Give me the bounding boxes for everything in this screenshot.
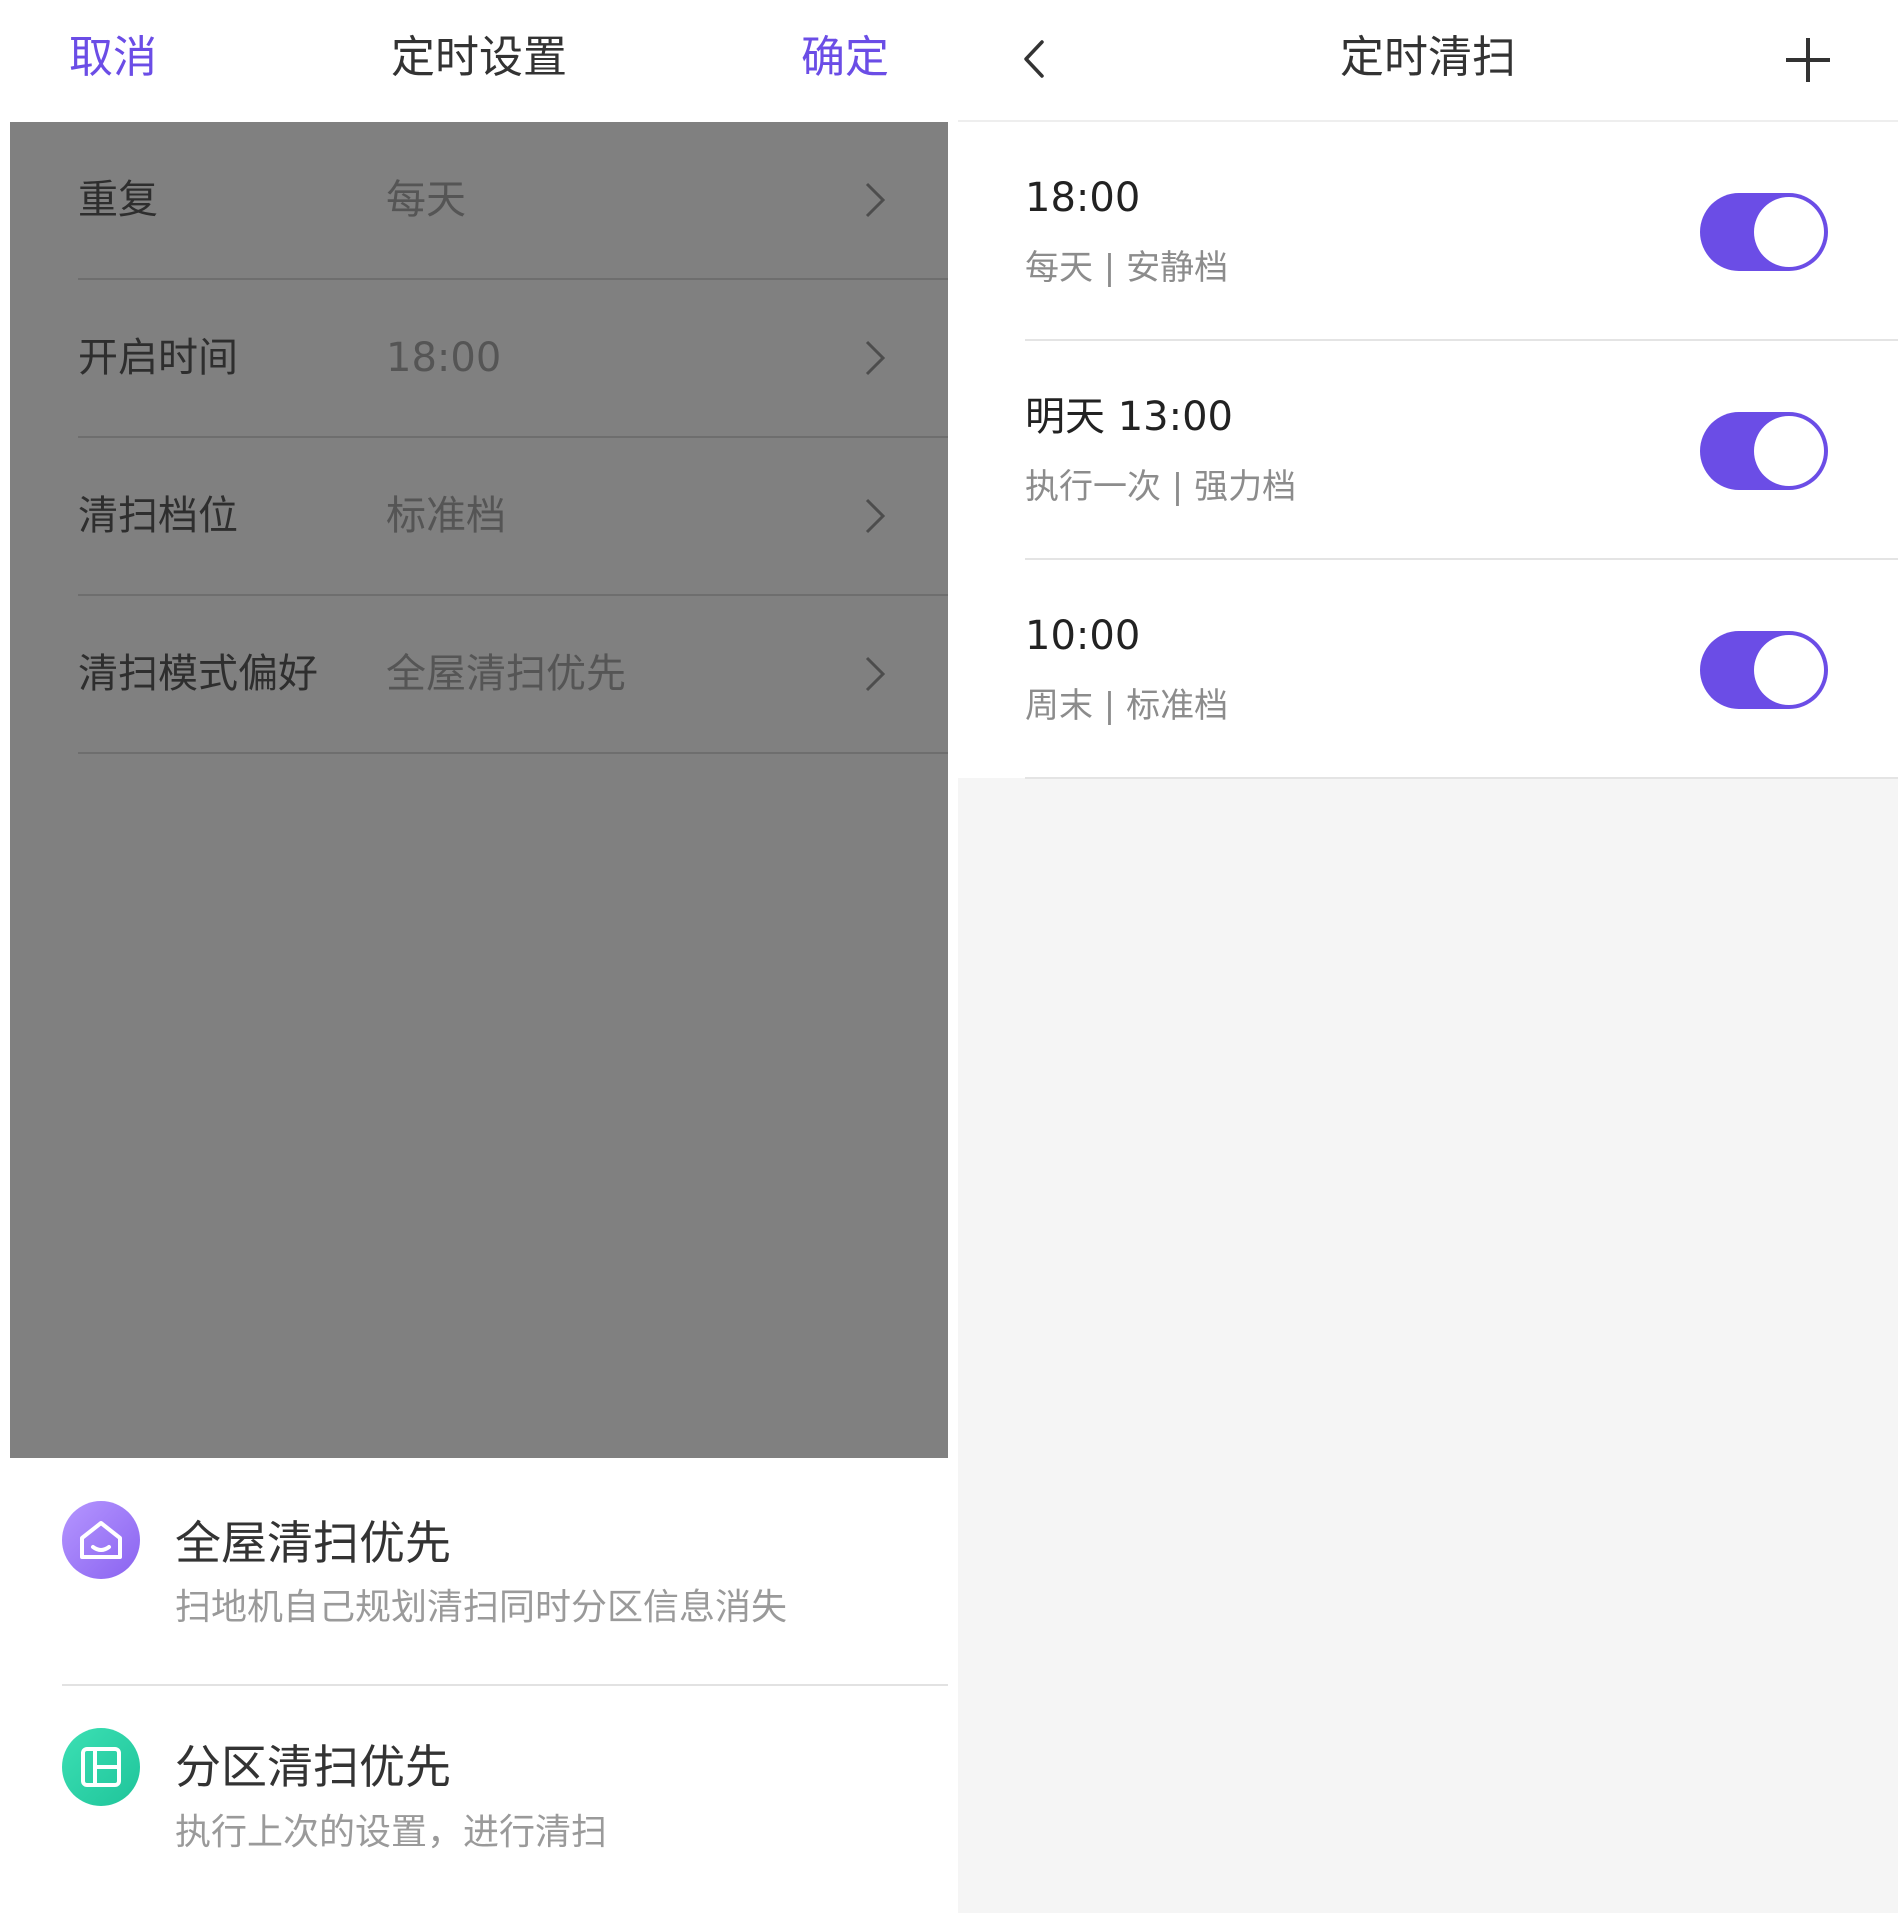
option-title: 分区清扫优先 xyxy=(175,1740,451,1794)
scheduled-cleaning-header: 定时清扫 xyxy=(958,0,1898,122)
page-title: 定时清扫 xyxy=(1340,32,1516,83)
schedule-list: 18:00 每天 | 安静档 明天 13:00 执行一次 | 强力档 10:00… xyxy=(958,122,1898,779)
setting-value: 每天 xyxy=(386,177,466,223)
chevron-right-icon xyxy=(865,498,886,534)
setting-value: 全屋清扫优先 xyxy=(386,651,626,697)
setting-label: 清扫模式偏好 xyxy=(78,651,318,697)
timer-settings-panel: 取消 定时设置 确定 重复 每天 开启时间 18:00 清扫档位 标准档 清扫模… xyxy=(0,0,958,1913)
schedule-time: 10:00 xyxy=(1025,613,1141,659)
plus-icon[interactable] xyxy=(1780,32,1836,88)
setting-label: 重复 xyxy=(78,177,158,223)
chevron-right-icon xyxy=(865,182,886,218)
schedule-desc: 周末 | 标准档 xyxy=(1025,686,1229,726)
schedule-item[interactable]: 10:00 周末 | 标准档 xyxy=(958,560,1898,779)
chevron-right-icon xyxy=(865,340,886,376)
timer-settings-header: 取消 定时设置 确定 xyxy=(0,0,958,122)
schedule-toggle[interactable] xyxy=(1700,631,1828,709)
zones-icon xyxy=(62,1728,140,1806)
schedule-toggle[interactable] xyxy=(1700,193,1828,271)
setting-row-start-time[interactable]: 开启时间 18:00 xyxy=(10,280,948,438)
divider xyxy=(78,752,948,754)
chevron-right-icon xyxy=(865,656,886,692)
setting-label: 开启时间 xyxy=(78,335,238,381)
setting-value: 18:00 xyxy=(386,335,502,381)
schedule-time: 18:00 xyxy=(1025,175,1141,221)
schedule-item[interactable]: 18:00 每天 | 安静档 xyxy=(958,122,1898,341)
setting-row-mode-preference[interactable]: 清扫模式偏好 全屋清扫优先 xyxy=(10,596,948,754)
setting-row-suction-level[interactable]: 清扫档位 标准档 xyxy=(10,438,948,596)
option-zone-cleaning[interactable]: 分区清扫优先 执行上次的设置，进行清扫 xyxy=(0,1686,958,1913)
schedule-desc: 执行一次 | 强力档 xyxy=(1025,467,1297,507)
setting-value: 标准档 xyxy=(386,493,506,539)
house-icon xyxy=(62,1501,140,1579)
option-desc: 执行上次的设置，进行清扫 xyxy=(175,1812,608,1853)
schedule-toggle[interactable] xyxy=(1700,412,1828,490)
schedule-time: 明天 13:00 xyxy=(1025,394,1233,440)
option-desc: 扫地机自己规划清扫同时分区信息消失 xyxy=(175,1587,788,1628)
schedule-desc: 每天 | 安静档 xyxy=(1025,248,1229,288)
setting-row-repeat[interactable]: 重复 每天 xyxy=(10,122,948,280)
toggle-knob xyxy=(1754,197,1824,267)
confirm-button[interactable]: 确定 xyxy=(801,28,889,88)
scheduled-cleaning-panel: 定时清扫 18:00 每天 | 安静档 明天 13:00 执行一次 | 强力档 … xyxy=(958,0,1898,1913)
toggle-knob xyxy=(1754,635,1824,705)
option-whole-house[interactable]: 全屋清扫优先 扫地机自己规划清扫同时分区信息消失 xyxy=(0,1458,958,1685)
divider xyxy=(1025,777,1898,779)
option-title: 全屋清扫优先 xyxy=(175,1516,451,1570)
toggle-knob xyxy=(1754,416,1824,486)
dimmed-overlay[interactable]: 重复 每天 开启时间 18:00 清扫档位 标准档 清扫模式偏好 全屋清扫优先 xyxy=(10,122,948,1458)
setting-label: 清扫档位 xyxy=(78,493,238,539)
schedule-item[interactable]: 明天 13:00 执行一次 | 强力档 xyxy=(958,341,1898,560)
